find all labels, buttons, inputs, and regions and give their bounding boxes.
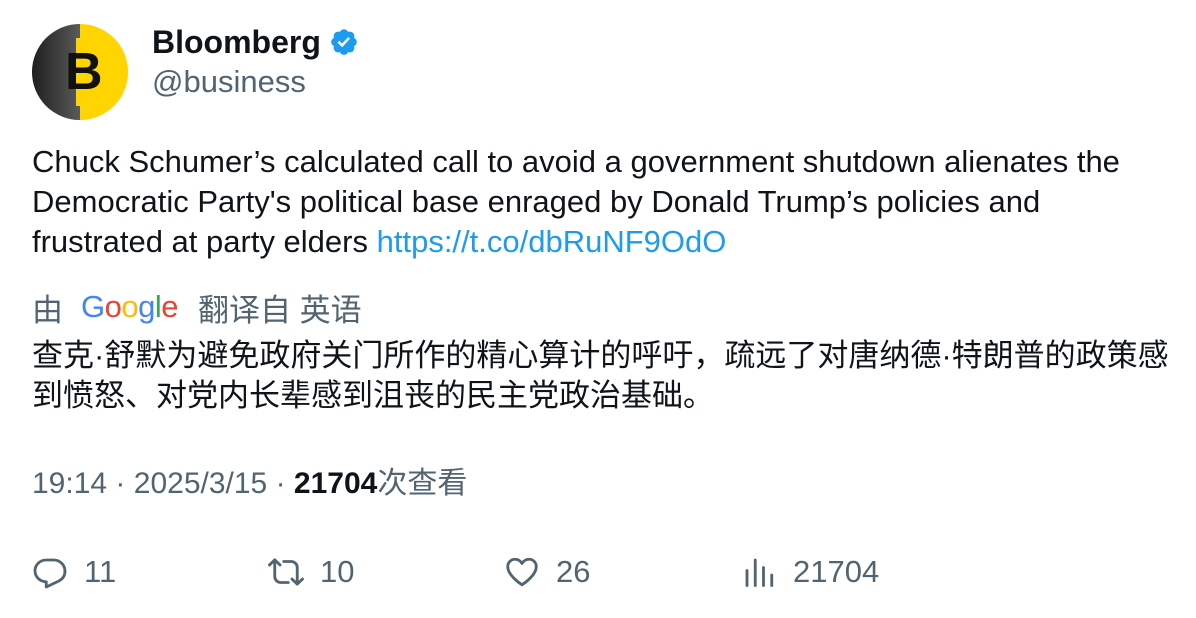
author-handle[interactable]: @business bbox=[152, 62, 306, 102]
tweet-link[interactable]: https://t.co/dbRuNF9OdO bbox=[377, 224, 727, 259]
author-name-row[interactable]: Bloomberg bbox=[152, 22, 359, 62]
tweet-text: Chuck Schumer’s calculated call to avoid… bbox=[32, 142, 1172, 262]
meta-separator: · bbox=[275, 467, 286, 500]
views-label: 次查看 bbox=[377, 467, 468, 500]
views-action-count: 21704 bbox=[793, 554, 880, 589]
meta-separator: · bbox=[115, 467, 126, 500]
like-count: 26 bbox=[556, 554, 591, 589]
tweet-time[interactable]: 19:14 bbox=[32, 467, 107, 500]
retweet-button[interactable]: 10 bbox=[268, 552, 354, 592]
analytics-icon bbox=[745, 558, 774, 587]
reply-count: 11 bbox=[84, 554, 117, 589]
google-logo-icon: Google bbox=[81, 289, 179, 324]
avatar-letter: B bbox=[65, 43, 103, 101]
views-count: 21704 bbox=[293, 467, 378, 500]
verified-badge-icon bbox=[331, 29, 357, 55]
translation-prefix: 由 bbox=[32, 292, 63, 328]
reply-icon bbox=[33, 558, 67, 589]
translation-suffix: 翻译自 英语 bbox=[198, 292, 362, 328]
retweet-icon bbox=[268, 558, 304, 586]
translated-text: 查克·舒默为避免政府关门所作的精心算计的呼吁，疏远了对唐纳德·特朗普的政策感到愤… bbox=[32, 338, 1169, 413]
like-button[interactable]: 26 bbox=[504, 552, 590, 592]
reply-button[interactable]: 11 bbox=[32, 552, 116, 592]
author-name[interactable]: Bloomberg bbox=[152, 22, 321, 62]
tweet-meta: 19:14 · 2025/3/15 · 21704次查看 bbox=[32, 464, 467, 504]
heart-icon bbox=[506, 557, 538, 587]
retweet-count: 10 bbox=[320, 554, 355, 589]
tweet-date[interactable]: 2025/3/15 bbox=[134, 467, 267, 500]
avatar[interactable]: B bbox=[32, 24, 128, 120]
views-button[interactable]: 21704 bbox=[741, 552, 879, 592]
translation-attribution: 由 Google 翻译自 英语 bbox=[32, 287, 362, 328]
